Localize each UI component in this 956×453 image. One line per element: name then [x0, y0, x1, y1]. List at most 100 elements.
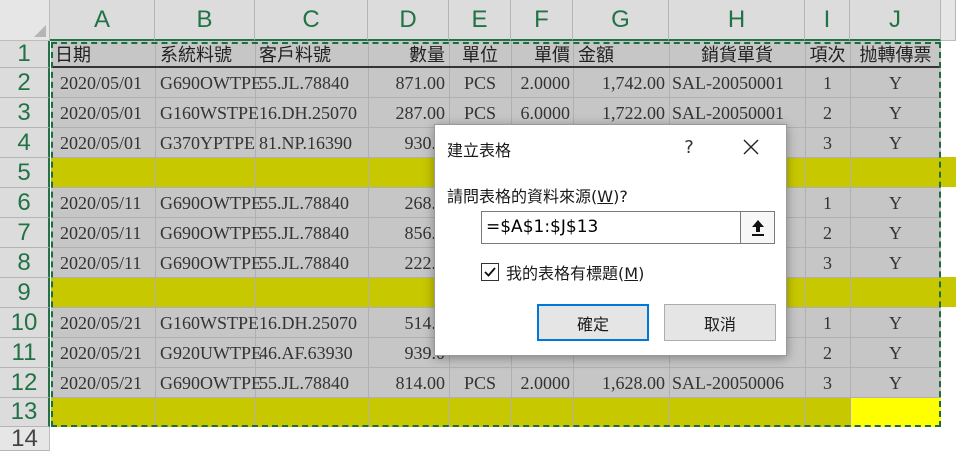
collapse-dialog-button[interactable] — [740, 212, 774, 243]
table-cell[interactable]: Y — [850, 218, 941, 248]
table-cell[interactable]: 2020/05/11 — [60, 248, 141, 278]
column-header-g[interactable]: G — [573, 0, 669, 41]
column-header-e[interactable]: E — [449, 0, 511, 41]
row-header-1[interactable]: 1 — [0, 40, 50, 68]
row-13-highlight — [51, 397, 941, 427]
has-headers-checkbox[interactable] — [481, 263, 499, 281]
checkbox-accesskey: M — [624, 264, 639, 283]
table-cell[interactable]: 2 — [805, 338, 850, 368]
row-header-9[interactable]: 9 — [0, 278, 50, 308]
table-cell[interactable]: G690OWTPE — [160, 218, 262, 248]
table-cell[interactable]: 3 — [805, 368, 850, 398]
table-cell[interactable]: 2020/05/01 — [60, 98, 142, 128]
dialog-title: 建立表格 — [447, 141, 512, 160]
table-cell[interactable]: 3 — [805, 248, 850, 278]
table-cell[interactable]: 16.DH.25070 — [259, 308, 357, 338]
row-header-8[interactable]: 8 — [0, 248, 50, 278]
table-cell[interactable]: Y — [850, 368, 941, 398]
table-cell[interactable]: 2020/05/21 — [60, 368, 142, 398]
row-header-6[interactable]: 6 — [0, 188, 50, 218]
column-header-f[interactable]: F — [511, 0, 573, 41]
table-cell[interactable]: 1 — [805, 308, 850, 338]
table-cell[interactable]: G920UWTPE — [160, 338, 262, 368]
table-cell[interactable]: 2020/05/01 — [60, 128, 142, 158]
row-header-4[interactable]: 4 — [0, 128, 50, 158]
row-header-5[interactable]: 5 — [0, 158, 50, 188]
checkmark-icon — [484, 267, 496, 277]
table-cell[interactable]: 2020/05/11 — [60, 218, 141, 248]
table-cell[interactable]: 55.JL.78840 — [259, 188, 349, 218]
table-cell[interactable]: PCS — [449, 368, 511, 398]
table-cell[interactable]: G690OWTPE — [160, 188, 262, 218]
column-header-b[interactable]: B — [155, 0, 255, 41]
has-headers-label[interactable]: 我的表格有標題(M) — [506, 260, 644, 284]
table-cell[interactable]: Y — [850, 338, 941, 368]
table-cell[interactable]: Y — [850, 308, 941, 338]
select-all-corner[interactable] — [0, 0, 50, 41]
column-header-c[interactable]: C — [255, 0, 368, 41]
table-cell[interactable]: 2020/05/21 — [60, 308, 142, 338]
row-header-7[interactable]: 7 — [0, 218, 50, 248]
table-cell[interactable]: 1,742.00 — [573, 68, 665, 98]
table-cell[interactable]: 1 — [805, 188, 850, 218]
table-cell[interactable]: G370YPTPE — [160, 128, 255, 158]
column-header-k[interactable] — [941, 0, 956, 41]
range-input-value[interactable]: =$A$1:$J$13 — [486, 217, 598, 237]
row-header-2[interactable]: 2 — [0, 68, 50, 98]
table-cell[interactable]: Y — [850, 128, 941, 158]
table-cell[interactable]: G690OWTPE — [160, 368, 262, 398]
table-cell[interactable]: 55.JL.78840 — [259, 368, 349, 398]
table-cell[interactable]: Y — [850, 188, 941, 218]
table-cell[interactable]: G690OWTPE — [160, 248, 262, 278]
table-cell[interactable]: 81.NP.16390 — [259, 128, 352, 158]
table-cell[interactable]: SAL-20050001 — [672, 68, 784, 98]
checkbox-text: 我的表格有標題( — [506, 264, 625, 283]
table-cell[interactable]: 2.0000 — [511, 68, 571, 98]
table-cell[interactable]: 871.00 — [368, 68, 446, 98]
column-header-h[interactable]: H — [669, 0, 805, 41]
row-header-12[interactable]: 12 — [0, 368, 50, 398]
column-header-j[interactable]: J — [850, 0, 941, 41]
row-header-11[interactable]: 11 — [0, 338, 50, 368]
table-cell[interactable]: 55.JL.78840 — [259, 218, 349, 248]
prompt-end: )? — [613, 187, 628, 206]
cell-j13[interactable] — [850, 398, 941, 427]
table-cell[interactable]: 55.JL.78840 — [259, 68, 349, 98]
row-header-10[interactable]: 10 — [0, 308, 50, 338]
table-cell[interactable]: Y — [850, 68, 941, 98]
checkbox-end: ) — [638, 264, 645, 283]
table-cell[interactable]: 1,628.00 — [573, 368, 665, 398]
table-cell[interactable]: SAL-20050006 — [672, 368, 784, 398]
table-cell[interactable]: 2 — [805, 98, 850, 128]
table-cell[interactable]: PCS — [449, 68, 511, 98]
range-input[interactable]: =$A$1:$J$13 — [481, 211, 775, 244]
row-header-3[interactable]: 3 — [0, 98, 50, 128]
table-cell[interactable]: 814.00 — [368, 368, 446, 398]
column-header-a[interactable]: A — [50, 0, 155, 41]
table-cell[interactable]: Y — [850, 248, 941, 278]
column-header-i[interactable]: I — [805, 0, 850, 41]
ok-button[interactable]: 確定 — [537, 304, 649, 341]
table-cell[interactable]: 2020/05/11 — [60, 188, 141, 218]
table-cell[interactable]: 2020/05/21 — [60, 338, 142, 368]
table-cell[interactable]: 46.AF.63930 — [259, 338, 353, 368]
row-header-14[interactable]: 14 — [0, 425, 50, 452]
table-cell[interactable]: 2020/05/01 — [60, 68, 142, 98]
table-cell[interactable]: 16.DH.25070 — [259, 98, 357, 128]
table-cell[interactable]: Y — [850, 98, 941, 128]
table-cell[interactable]: 2.0000 — [511, 368, 571, 398]
cancel-button[interactable]: 取消 — [664, 304, 776, 341]
table-cell[interactable]: 1 — [805, 68, 850, 98]
table-cell[interactable]: 2 — [805, 218, 850, 248]
help-button[interactable]: ? — [673, 133, 705, 161]
close-button[interactable] — [735, 133, 767, 161]
table-cell[interactable]: 55.JL.78840 — [259, 248, 349, 278]
column-header-d[interactable]: D — [368, 0, 449, 41]
table-cell[interactable]: G160WSTPE — [160, 98, 259, 128]
table-cell[interactable]: 3 — [805, 128, 850, 158]
table-cell[interactable]: G160WSTPE — [160, 308, 259, 338]
has-headers-option[interactable]: 我的表格有標題(M) — [481, 260, 644, 284]
row-header-13[interactable]: 13 — [0, 398, 50, 427]
spreadsheet: A B C D E F G H I J 1 2 3 4 5 6 7 8 9 10… — [0, 0, 956, 452]
table-cell[interactable]: G690OWTPE — [160, 68, 262, 98]
